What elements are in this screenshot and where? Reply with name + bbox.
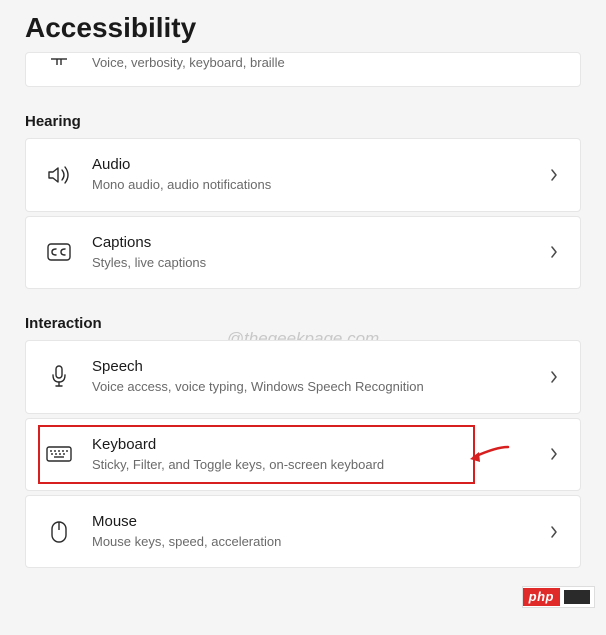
settings-item-audio[interactable]: Audio Mono audio, audio notifications [25,138,581,211]
settings-item-mouse[interactable]: Mouse Mouse keys, speed, acceleration [25,495,581,568]
item-subtitle: Sticky, Filter, and Toggle keys, on-scre… [92,456,546,474]
item-subtitle: Styles, live captions [92,254,546,272]
settings-item-keyboard[interactable]: Keyboard Sticky, Filter, and Toggle keys… [25,418,581,491]
page-title: Accessibility [25,12,581,44]
chevron-right-icon [546,245,562,259]
item-title: Keyboard [92,435,546,455]
item-title: Audio [92,155,546,175]
item-subtitle: Voice access, voice typing, Windows Spee… [92,378,546,396]
source-badge: php [523,587,594,607]
settings-item-narrator[interactable]: Voice, verbosity, keyboard, braille [25,52,581,87]
keyboard-icon [42,445,76,463]
badge-text: php [523,588,560,606]
chevron-right-icon [546,370,562,384]
narrator-icon [42,58,76,68]
mouse-icon [42,520,76,544]
item-subtitle: Mouse keys, speed, acceleration [92,533,546,551]
settings-item-speech[interactable]: Speech Voice access, voice typing, Windo… [25,340,581,413]
audio-icon [42,164,76,186]
badge-block [564,590,590,604]
item-subtitle: Voice, verbosity, keyboard, braille [92,54,562,72]
chevron-right-icon [546,168,562,182]
item-title: Mouse [92,512,546,532]
section-heading-hearing: Hearing [25,113,581,130]
section-heading-interaction: Interaction [25,315,581,332]
item-title: Captions [92,233,546,253]
captions-icon [42,242,76,262]
item-title: Speech [92,357,546,377]
item-subtitle: Mono audio, audio notifications [92,176,546,194]
chevron-right-icon [546,447,562,461]
settings-item-captions[interactable]: Captions Styles, live captions [25,216,581,289]
chevron-right-icon [546,525,562,539]
microphone-icon [42,365,76,389]
